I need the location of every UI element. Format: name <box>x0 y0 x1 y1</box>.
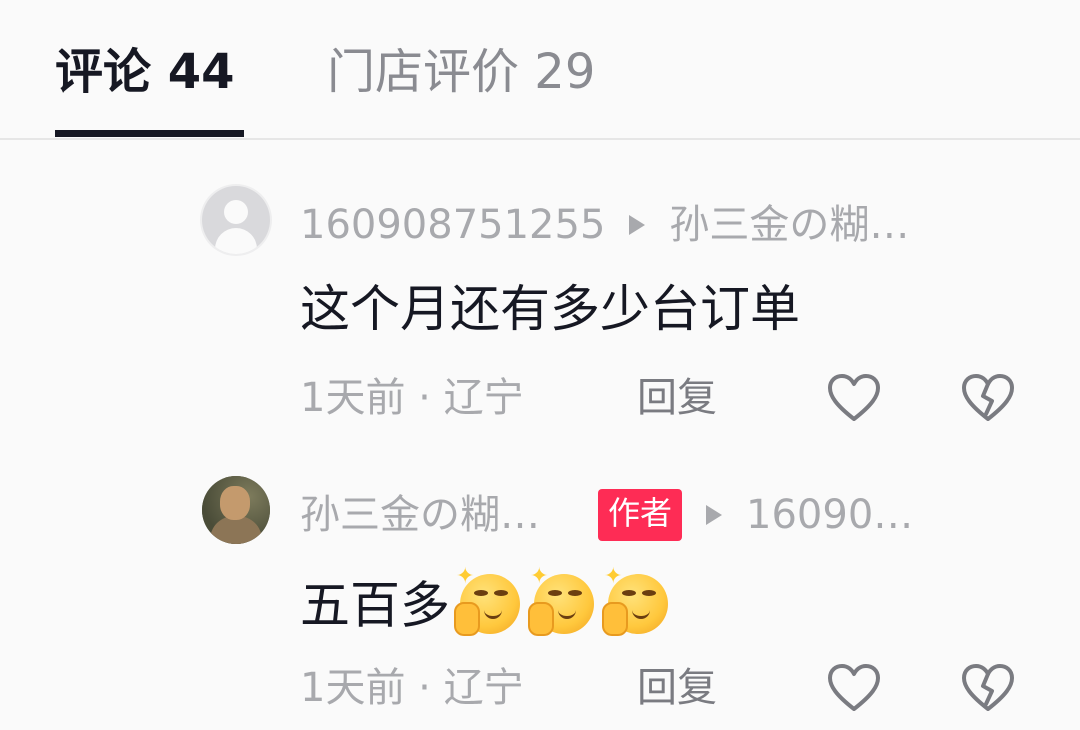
comment-time: 1天前 <box>300 665 406 711</box>
reply-button[interactable]: 回复 <box>637 368 717 428</box>
comment-footer: 1天前 · 辽宁 回复 <box>300 368 1020 428</box>
tab-bar: 评论 44 门店评价 29 <box>0 0 1080 140</box>
tab-comments[interactable]: 评论 44 <box>55 40 235 104</box>
default-avatar-icon[interactable] <box>202 186 270 254</box>
comment-text: 这个月还有多少台订单 <box>300 280 800 338</box>
reply-button[interactable]: 回复 <box>637 658 717 718</box>
comment-text: 五百多 ✦ ✦ ✦ <box>300 566 676 652</box>
comment-location: 辽宁 <box>443 665 524 711</box>
comment-item: 1609087512​55 孙三金の糊… 这个月还有多少台订单 1天前 · 辽宁 … <box>0 180 1080 440</box>
comment-location: 辽宁 <box>443 375 524 421</box>
separator-dot: · <box>418 665 431 711</box>
heart-outline-icon[interactable] <box>826 372 882 424</box>
photo-avatar[interactable] <box>202 476 270 544</box>
tab-comments-label: 评论 <box>55 44 152 100</box>
comment-meta: 1609087512​55 孙三金の糊… <box>300 196 909 252</box>
reply-arrow-icon <box>629 215 646 235</box>
smirk-hand-emoji: ✦ <box>454 566 524 636</box>
separator-dot: · <box>418 375 431 421</box>
heart-outline-icon[interactable] <box>826 662 882 714</box>
active-tab-indicator <box>55 130 244 137</box>
comment-footer: 1天前 · 辽宁 回复 <box>300 658 1020 718</box>
tab-store-reviews[interactable]: 门店评价 29 <box>327 40 595 104</box>
tab-comments-count: 44 <box>167 44 235 100</box>
reply-arrow-icon <box>706 505 723 525</box>
comment-username[interactable]: 1609087512​55 <box>300 198 605 252</box>
comment-time: 1天前 <box>300 375 406 421</box>
emoji-group: ✦ ✦ ✦ <box>454 566 676 652</box>
comment-username[interactable]: 孙三金の糊… <box>300 488 540 542</box>
smirk-hand-emoji: ✦ <box>602 566 672 636</box>
broken-heart-icon[interactable] <box>960 662 1016 714</box>
author-badge: 作者 <box>598 489 683 541</box>
comment-time-location: 1天前 · 辽宁 <box>300 368 524 428</box>
comment-meta: 孙三金の糊… 作者 16090… <box>300 486 913 542</box>
broken-heart-icon[interactable] <box>960 372 1016 424</box>
smirk-hand-emoji: ✦ <box>528 566 598 636</box>
tab-reviews-count: 29 <box>534 44 596 100</box>
reply-to-username[interactable]: 孙三金の糊… <box>669 198 909 252</box>
tab-reviews-label: 门店评价 <box>327 44 520 100</box>
comment-time-location: 1天前 · 辽宁 <box>300 658 524 718</box>
reply-to-username[interactable]: 16090… <box>746 488 913 542</box>
comment-text-content: 五百多 <box>300 576 450 635</box>
comment-item: 孙三金の糊… 作者 16090… 五百多 ✦ ✦ ✦ 1天前 · 辽宁 回复 <box>0 470 1080 730</box>
